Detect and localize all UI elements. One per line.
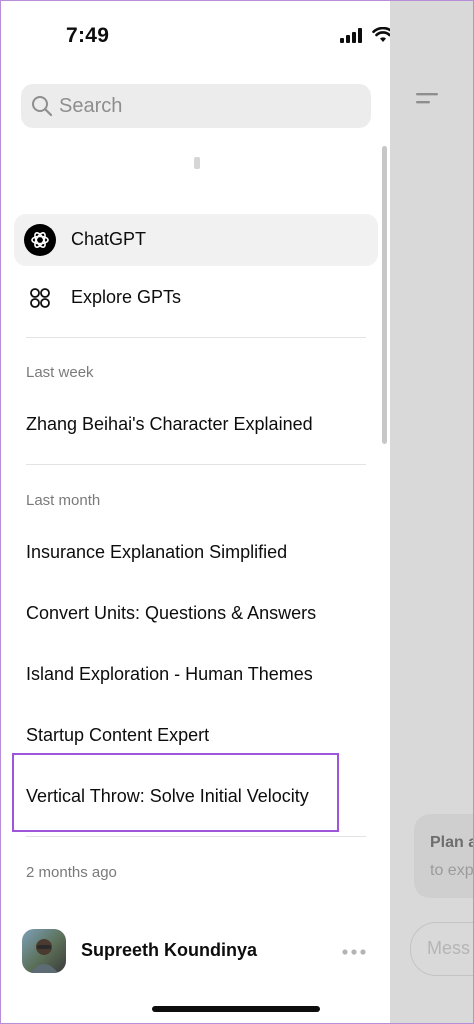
search-placeholder: Search [59, 95, 123, 117]
sidebar-scrollbar[interactable] [382, 146, 387, 444]
divider [26, 836, 366, 837]
loading-indicator [194, 157, 200, 169]
user-name: Supreeth Koundinya [81, 940, 258, 960]
sidebar-item-explore-gpts[interactable]: Explore GPTs [14, 272, 378, 324]
divider [26, 464, 366, 465]
cellular-signal-icon [340, 27, 362, 43]
user-profile-row[interactable]: Supreeth Koundinya [0, 920, 390, 982]
section-heading-last-month: Last month [26, 492, 101, 509]
grid-icon [30, 288, 50, 308]
home-indicator[interactable] [152, 1006, 320, 1012]
sidebar-item-label: Explore GPTs [71, 287, 182, 307]
status-time: 7:49 [66, 24, 110, 47]
chat-history-item[interactable]: Zhang Beihai's Character Explained [26, 414, 370, 435]
suggestion-subtitle: to exp [430, 862, 474, 879]
openai-logo-icon [24, 224, 56, 256]
sidebar-item-label: ChatGPT [71, 229, 147, 249]
main-chat-panel[interactable]: Plan a to exp Mess [390, 0, 474, 1024]
search-input[interactable]: Search [21, 84, 371, 128]
message-input[interactable]: Mess [410, 922, 474, 976]
sidebar-item-chatgpt[interactable]: ChatGPT [14, 214, 378, 266]
highlight-box [12, 753, 339, 832]
suggestion-title: Plan a [430, 834, 474, 851]
section-heading-2-months-ago: 2 months ago [26, 864, 117, 881]
search-icon [32, 96, 53, 117]
menu-icon[interactable] [416, 92, 440, 108]
chat-history-item[interactable]: Startup Content Expert [26, 725, 370, 746]
suggestion-card[interactable]: Plan a to exp [414, 814, 474, 898]
more-options-icon[interactable] [342, 949, 366, 955]
divider [26, 337, 366, 338]
chat-history-item[interactable]: Island Exploration - Human Themes [26, 664, 370, 685]
chat-history-item[interactable]: Convert Units: Questions & Answers [26, 603, 370, 624]
chat-history-item[interactable]: Insurance Explanation Simplified [26, 542, 370, 563]
message-placeholder: Mess [427, 938, 471, 958]
section-heading-last-week: Last week [26, 364, 94, 381]
avatar[interactable] [22, 929, 66, 973]
